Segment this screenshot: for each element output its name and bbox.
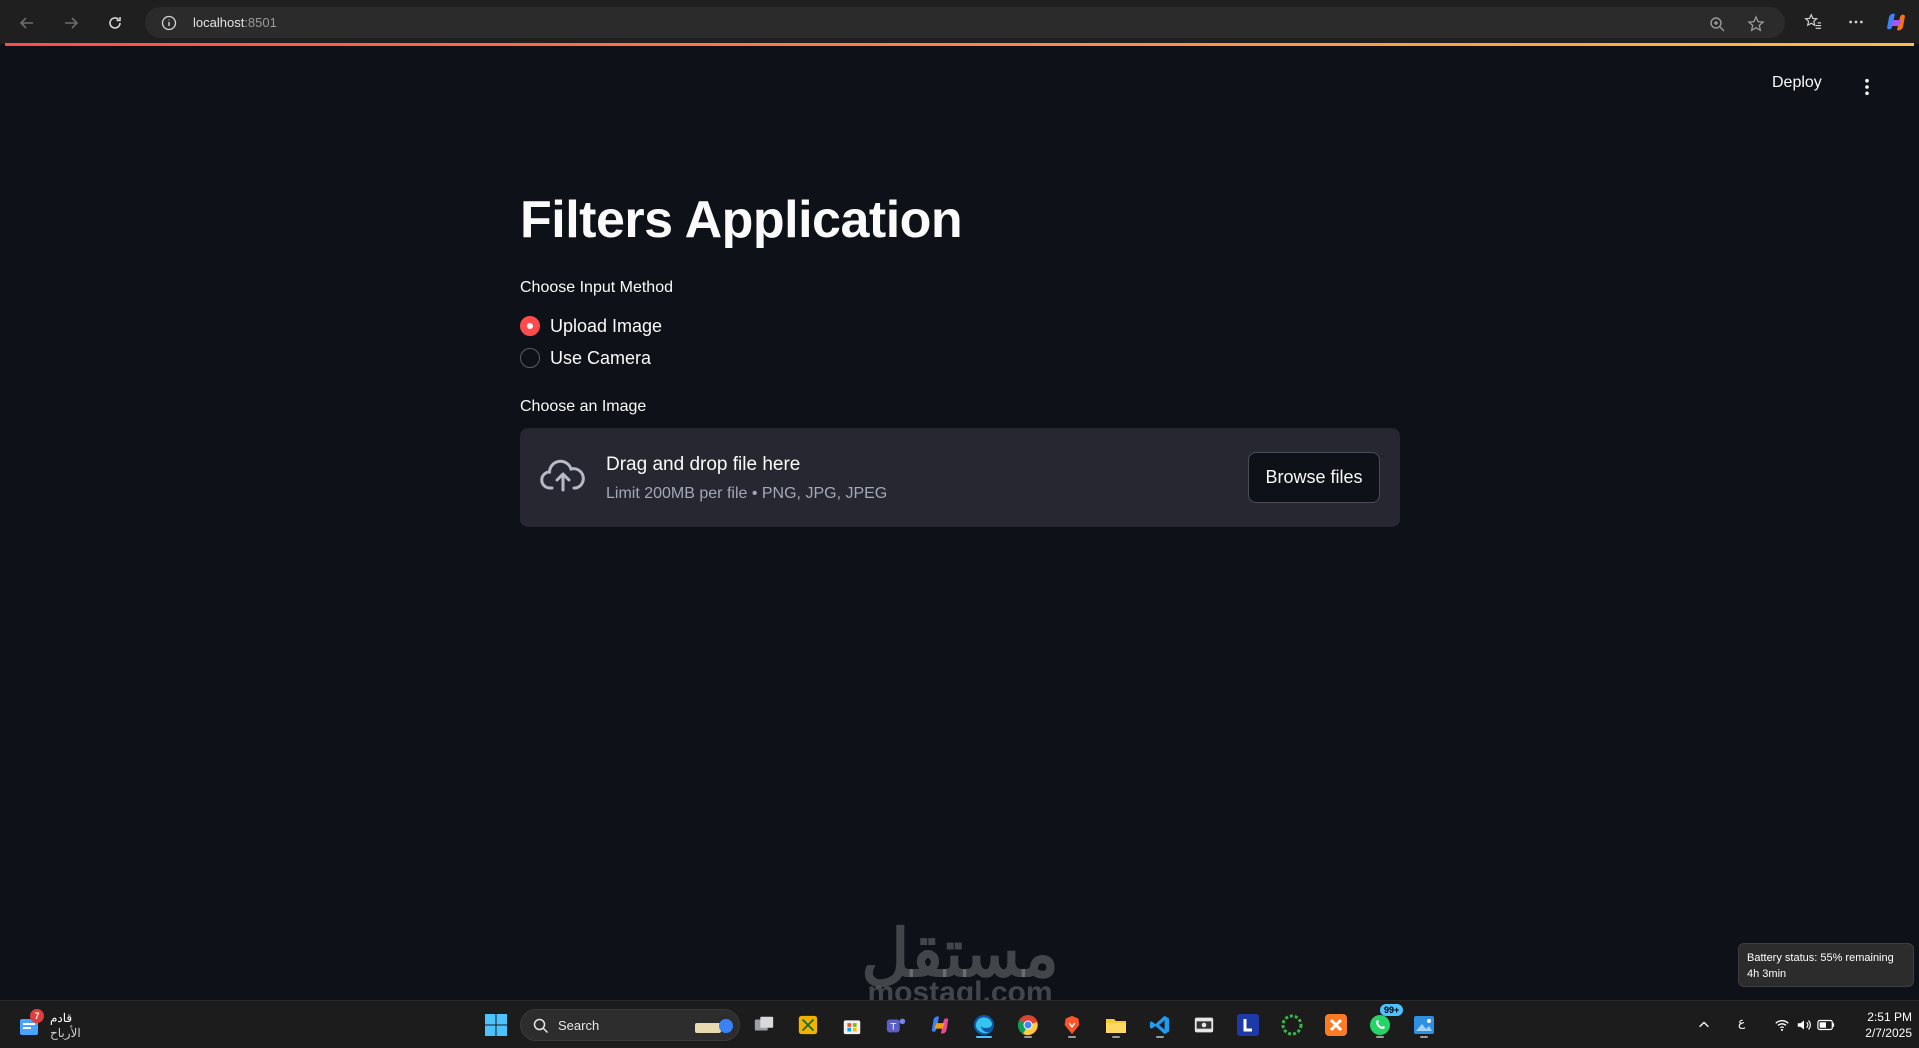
chevron-up-icon[interactable]	[1690, 1011, 1718, 1039]
radio-option-use-camera[interactable]: Use Camera	[520, 342, 662, 374]
running-indicator	[1376, 1036, 1384, 1038]
widgets-button[interactable]: 7 قادم الأرباح	[18, 1009, 128, 1041]
media-app-icon[interactable]	[1190, 1011, 1218, 1039]
radio-button-selected[interactable]	[520, 316, 540, 336]
url-text: localhost:8501	[193, 15, 277, 30]
battery-icon[interactable]	[1812, 1011, 1840, 1039]
whatsapp-icon[interactable]: 99+	[1366, 1004, 1404, 1039]
copilot-icon[interactable]	[1885, 11, 1907, 33]
favorites-icon[interactable]	[1802, 11, 1824, 33]
copilot-app-icon[interactable]	[926, 1011, 954, 1039]
active-indicator	[976, 1036, 992, 1038]
running-indicator	[1112, 1036, 1120, 1038]
search-placeholder: Search	[558, 1018, 600, 1033]
widgets-title: قادم	[50, 1011, 73, 1025]
running-indicator	[1156, 1036, 1164, 1038]
radio-label: Upload Image	[550, 315, 663, 336]
screen: localhost:8501 Deploy Filters Applicatio…	[0, 0, 1919, 1048]
radio-option-upload-image[interactable]: Upload Image	[520, 310, 662, 342]
snipping-tool-icon[interactable]	[794, 1011, 822, 1039]
language-indicator[interactable]: ع	[1738, 1015, 1745, 1029]
drop-instruction: Drag and drop file here	[606, 454, 801, 475]
taskbar: 7 قادم الأرباح Search T 99+ ع 2:51 PM 2/…	[0, 1000, 1919, 1048]
main-menu-icon[interactable]	[1856, 76, 1878, 98]
cloud-upload-icon	[540, 459, 585, 492]
chrome-icon[interactable]	[1014, 1011, 1042, 1039]
radio-button[interactable]	[520, 348, 540, 368]
task-view-icon[interactable]	[750, 1011, 778, 1039]
clock-date: 2/7/2025	[1865, 1026, 1912, 1040]
edge-browser-icon[interactable]	[970, 1011, 998, 1039]
widgets-subtitle: الأرباح	[50, 1026, 81, 1040]
l-app-icon[interactable]	[1234, 1011, 1262, 1039]
site-info-icon[interactable]	[161, 15, 177, 31]
back-icon[interactable]	[12, 8, 42, 38]
search-icon	[533, 1018, 549, 1034]
watermark: مستقل mostaql.com	[830, 920, 1090, 1008]
zoom-icon[interactable]	[1708, 15, 1726, 33]
whatsapp-badge: 99+	[1380, 1004, 1404, 1016]
browse-files-button[interactable]: Browse files	[1248, 452, 1380, 503]
radio-label: Use Camera	[550, 347, 652, 368]
page-title: Filters Application	[520, 191, 963, 249]
running-indicator	[1420, 1036, 1428, 1038]
running-indicator	[1068, 1036, 1076, 1038]
battery-status-text: Battery status: 55% remaining	[1747, 952, 1894, 964]
file-uploader-dropzone[interactable]: Drag and drop file here Limit 200MB per …	[520, 428, 1400, 527]
teams-icon[interactable]: T	[882, 1011, 910, 1039]
svg-text:T: T	[889, 1022, 896, 1033]
ring-app-icon[interactable]	[1278, 1011, 1306, 1039]
file-explorer-icon[interactable]	[1102, 1011, 1130, 1039]
taskbar-search[interactable]: Search	[520, 1009, 740, 1041]
input-method-label: Choose Input Method	[520, 279, 673, 296]
refresh-icon[interactable]	[100, 8, 130, 38]
forward-icon[interactable]	[56, 8, 86, 38]
windows-start-icon[interactable]	[482, 1011, 510, 1039]
more-options-icon[interactable]	[1845, 11, 1867, 33]
photos-icon[interactable]	[1410, 1011, 1438, 1039]
input-method-radio-group: Upload Image Use Camera	[520, 310, 662, 374]
system-clock[interactable]: 2:51 PM 2/7/2025	[1842, 1009, 1912, 1041]
clock-time: 2:51 PM	[1867, 1010, 1912, 1024]
uploader-label: Choose an Image	[520, 398, 647, 415]
microsoft-store-icon[interactable]	[838, 1011, 866, 1039]
xampp-icon[interactable]	[1322, 1011, 1350, 1039]
deploy-button[interactable]: Deploy	[1772, 74, 1822, 92]
battery-tooltip: Battery status: 55% remaining 4h 3min	[1738, 943, 1914, 987]
brave-icon[interactable]	[1058, 1011, 1086, 1039]
widgets-badge: 7	[30, 1009, 44, 1023]
search-highlight-icon	[695, 1019, 733, 1033]
favorite-star-icon[interactable]	[1747, 15, 1765, 33]
file-limit-text: Limit 200MB per file • PNG, JPG, JPEG	[606, 485, 888, 502]
running-indicator	[1024, 1036, 1032, 1038]
vscode-icon[interactable]	[1146, 1011, 1174, 1039]
address-bar[interactable]: localhost:8501	[145, 7, 1785, 38]
battery-time-text: 4h 3min	[1747, 968, 1787, 980]
browser-toolbar: localhost:8501	[0, 0, 1919, 44]
